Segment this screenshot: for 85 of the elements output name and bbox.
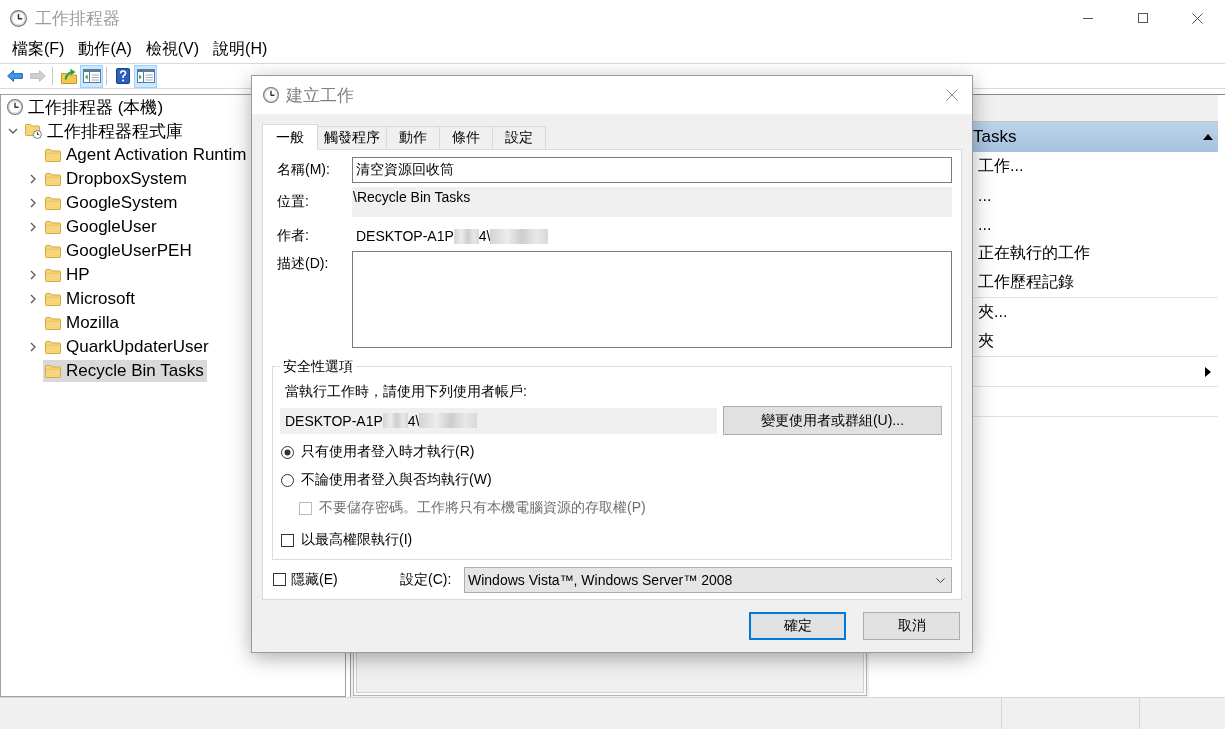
chevron-right-icon[interactable] [30,270,36,280]
menu-item[interactable]: 檢視(V) [138,39,207,60]
field-label: 位置: [276,193,310,211]
field-label: 設定(C): [400,571,453,589]
tree-item[interactable]: GoogleUser [43,216,160,238]
tree-item[interactable]: QuarkUpdaterUser [43,336,212,358]
folder-icon [45,148,61,162]
chevron-right-icon[interactable] [30,222,36,232]
folder-icon [45,292,61,306]
account-prompt: 當執行工作時，請使用下列使用者帳戶: [284,382,528,401]
name-field[interactable]: 清空資源回收筒 [352,157,952,183]
folder-icon [45,340,61,354]
window-title: 工作排程器 [35,7,120,30]
back-arrow-icon [6,70,23,82]
folder-up-arrow-icon [60,68,77,84]
folder-icon [45,244,61,258]
field-label: 作者: [276,227,310,245]
dialog-button[interactable]: 確定 [749,612,846,640]
tree-item[interactable]: HP [43,264,93,286]
chevron-right-icon[interactable] [30,294,36,304]
radio-option[interactable]: 不論使用者登入與否均執行(W) [281,471,492,489]
tree-item[interactable]: GoogleUserPEH [43,240,195,262]
checkbox-option[interactable]: 隱藏(E) [273,570,338,589]
chevron-right-icon[interactable] [30,174,36,184]
redaction-blur [453,228,479,244]
folder-clock-icon [25,123,42,139]
pane-layout-icon [82,69,101,83]
redaction-blur [490,228,549,244]
folder-icon [45,196,61,210]
dialog-title: 建立工作 [286,84,354,107]
close-icon [1192,12,1203,24]
maximize-icon [1137,13,1148,23]
chevron-right-icon[interactable] [30,342,36,352]
tree-item[interactable]: Recycle Bin Tasks [43,360,207,382]
group-title: 安全性選項 [282,357,354,376]
folder-icon [45,268,61,282]
redaction-blur [419,413,478,428]
help-icon [115,68,130,84]
menu-item[interactable]: 說明(H) [206,39,275,60]
folder-icon [45,316,61,330]
author-value: DESKTOP-A1P [356,228,454,244]
author-value: 4\ [478,228,491,244]
clock-icon [263,87,279,103]
dialog-button[interactable]: 取消 [863,612,960,640]
configure-for-dropdown[interactable]: Windows Vista™, Windows Server™ 2008 [464,567,952,593]
account-value: DESKTOP-A1P [285,412,383,429]
show-tree-button[interactable] [80,64,103,88]
clock-icon [7,99,23,115]
collapse-caret-icon[interactable] [1203,134,1213,140]
field-label: 描述(D): [276,254,330,273]
checkbox-icon[interactable] [281,533,294,547]
menu-item[interactable]: 檔案(F) [5,39,72,60]
checkbox-option[interactable]: 以最高權限執行(I) [281,531,413,549]
radio-icon[interactable] [281,445,294,459]
tree-item[interactable]: 工作排程器程式庫 [23,120,186,142]
close-icon [946,89,958,101]
pane-layout-icon [136,69,155,83]
folder-icon [45,220,61,234]
chevron-right-icon[interactable] [30,198,36,208]
clock-icon [10,9,27,27]
tree-item[interactable]: DropboxSystem [43,168,190,190]
tree-item[interactable]: Mozilla [43,312,122,334]
chevron-down-icon[interactable] [8,128,18,134]
tree-item[interactable]: Microsoft [43,288,138,310]
location-field: \Recycle Bin Tasks [352,187,952,217]
checkbox-icon[interactable] [273,573,286,587]
tree-item[interactable]: Agent Activation Runtim [43,144,250,166]
field-label: 名稱(M): [276,161,331,179]
redaction-blur [382,413,408,428]
tree-item[interactable]: 工作排程器 (本機) [5,96,167,118]
forward-arrow-icon [29,70,46,82]
minimize-icon [1082,17,1093,19]
show-actions-button[interactable] [134,64,157,88]
change-user-button[interactable]: 變更使用者或群組(U)... [723,406,942,435]
folder-icon [45,364,61,378]
folder-icon [45,172,61,186]
radio-icon[interactable] [281,473,294,487]
description-field[interactable] [352,251,952,348]
tree-item[interactable]: GoogleSystem [43,192,181,214]
radio-option[interactable]: 只有使用者登入時才執行(R) [281,443,475,461]
account-value: 4\ [407,412,420,429]
menu-item[interactable]: 動作(A) [71,39,139,60]
dropdown-caret-icon [936,577,945,583]
tab[interactable]: 設定 [492,126,546,149]
tab[interactable]: 一般 [262,124,318,150]
